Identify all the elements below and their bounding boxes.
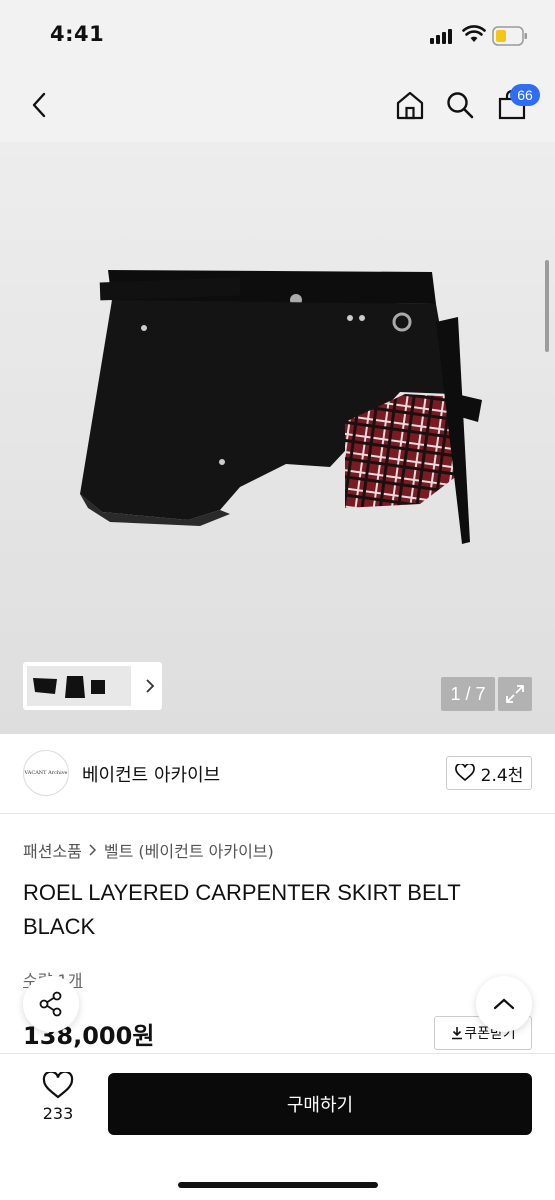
seller-row[interactable]: VACANT Archive 베이컨트 아카이브 2.4천 — [0, 734, 555, 814]
seller-name[interactable]: 베이컨트 아카이브 — [82, 761, 220, 787]
download-icon — [452, 1027, 463, 1040]
cart-count-badge: 66 — [510, 84, 540, 106]
battery-icon — [492, 26, 527, 46]
home-icon[interactable] — [392, 87, 428, 123]
share-button[interactable] — [23, 976, 79, 1032]
chevron-right-icon[interactable] — [143, 677, 157, 695]
buy-button[interactable]: 구매하기 — [108, 1073, 532, 1135]
bottom-action-bar: 233 구매하기 — [0, 1053, 555, 1200]
wishlist-button[interactable]: 233 — [30, 1072, 86, 1123]
follow-like-button[interactable]: 2.4천 — [446, 756, 532, 790]
top-navigation: 66 — [0, 70, 555, 142]
share-icon — [39, 991, 62, 1017]
product-title: ROEL LAYERED CARPENTER SKIRT BELT BLACK — [23, 880, 461, 939]
like-count: 2.4천 — [480, 765, 524, 786]
heart-icon — [42, 1072, 74, 1099]
chevron-up-icon — [493, 998, 515, 1010]
product-image — [80, 270, 482, 544]
status-time: 4:41 — [50, 22, 105, 46]
scroll-to-top-button[interactable] — [476, 976, 532, 1032]
heart-icon — [454, 764, 475, 782]
status-bar: 4:41 — [0, 0, 555, 70]
seller-logo[interactable]: VACANT Archive — [23, 750, 69, 796]
image-counter: 1 / 7 — [441, 677, 495, 711]
home-indicator[interactable] — [178, 1182, 378, 1188]
thumbnail-strip[interactable] — [23, 662, 162, 710]
wishlist-count: 233 — [42, 1104, 74, 1123]
chevron-right-icon — [89, 844, 96, 856]
thumbnail-image[interactable] — [27, 666, 131, 706]
cellular-signal-icon — [430, 28, 456, 44]
breadcrumb-subcategory[interactable]: 벨트 (베이컨트 아카이브) — [104, 838, 274, 862]
expand-icon[interactable] — [498, 677, 532, 711]
breadcrumb-category[interactable]: 패션소품 — [23, 838, 82, 862]
wifi-icon — [462, 25, 486, 42]
breadcrumb: 패션소품 벨트 (베이컨트 아카이브) — [23, 838, 274, 862]
back-icon[interactable] — [22, 87, 58, 123]
scrollbar[interactable] — [545, 260, 549, 352]
product-image-gallery[interactable]: 1 / 7 — [0, 142, 555, 734]
search-icon[interactable] — [442, 87, 478, 123]
